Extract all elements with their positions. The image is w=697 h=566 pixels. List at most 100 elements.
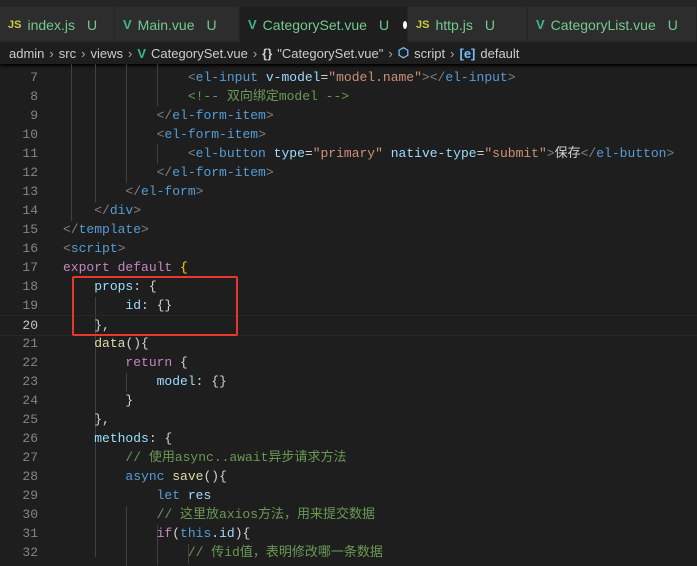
line-number: 28 xyxy=(22,469,38,484)
chevron-right-icon: › xyxy=(252,45,258,61)
chevron-right-icon: › xyxy=(127,45,133,61)
breadcrumb-item[interactable]: "CategorySet.vue" xyxy=(277,46,383,61)
code-token: </ xyxy=(63,222,79,237)
breadcrumb: admin › src › views › V CategorySet.vue ›{} "Cate… xyxy=(0,42,697,64)
breadcrumb-item[interactable]: admin xyxy=(9,46,44,61)
code-token: // 这里放axios方法，用来提交数据 xyxy=(156,507,376,522)
code-token: < xyxy=(187,146,196,161)
code-line: 23 model: {} xyxy=(0,372,697,391)
code-line: 26 methods: { xyxy=(0,429,697,448)
code-text: data(){ xyxy=(63,334,149,353)
code-text: methods: { xyxy=(63,429,172,448)
vue-file-icon: V xyxy=(123,17,132,32)
code-token: > xyxy=(507,70,516,85)
breadcrumb-item[interactable]: views xyxy=(90,46,123,61)
code-token: : {} xyxy=(195,374,227,389)
tab-index-js[interactable]: JS index.js U xyxy=(0,7,115,42)
code-token: > xyxy=(195,184,204,199)
code-token: return xyxy=(125,355,173,370)
code-token: el-form-item xyxy=(172,165,266,180)
unsaved-dot-icon[interactable] xyxy=(403,20,407,29)
code-token: if xyxy=(156,526,173,541)
code-line: 22 return { xyxy=(0,353,697,372)
code-text: <el-input v-model="model.name"></el-inpu… xyxy=(63,68,516,87)
tab-label: CategorySet.vue xyxy=(262,16,367,33)
code-line: 16 <script> xyxy=(0,239,697,258)
code-token: (){ xyxy=(125,336,149,351)
code-text: </el-form-item> xyxy=(63,163,274,182)
line-number: 14 xyxy=(22,203,38,218)
code-line: 13 </el-form> xyxy=(0,182,697,201)
line-number: 27 xyxy=(22,450,38,465)
line-number: 23 xyxy=(22,374,38,389)
line-number: 22 xyxy=(22,355,38,370)
code-text: <!-- 双向绑定model --> xyxy=(63,87,349,106)
breadcrumb-item[interactable]: src xyxy=(59,46,76,61)
code-line: 11 <el-button type="primary" native-type… xyxy=(0,144,697,163)
line-number: 18 xyxy=(22,279,38,294)
line-number: 31 xyxy=(22,526,38,541)
line-number: 12 xyxy=(22,165,38,180)
chevron-right-icon: › xyxy=(81,45,86,61)
code-token: default xyxy=(117,260,173,275)
line-number: 10 xyxy=(22,127,38,142)
line-number: 20 xyxy=(22,318,38,333)
tab-categoryset-vue[interactable]: V CategorySet.vue U xyxy=(240,7,408,42)
breadcrumb-item[interactable]: CategorySet.vue xyxy=(151,46,248,61)
line-number: 17 xyxy=(22,260,38,275)
code-token: native-type xyxy=(390,146,477,161)
line-number: 26 xyxy=(22,431,38,446)
code-token: </ xyxy=(580,146,597,161)
chevron-right-icon: › xyxy=(388,45,393,61)
code-line: 28 async save(){ xyxy=(0,467,697,486)
code-token: <!-- 双向绑定model --> xyxy=(187,89,350,104)
code-token: // 使用async..await异步请求方法 xyxy=(125,450,347,465)
code-line: 32 // 传id值，表明修改哪一条数据 xyxy=(0,543,697,562)
code-token: (){ xyxy=(203,469,227,484)
code-token: </ xyxy=(156,165,173,180)
code-text: </el-form-item> xyxy=(63,106,274,125)
code-token: "primary" xyxy=(312,146,383,161)
code-text: model: {} xyxy=(63,372,227,391)
code-line: 21 data(){ xyxy=(0,334,697,353)
code-token: : { xyxy=(148,431,173,446)
tab-http-js[interactable]: JS http.js U xyxy=(408,7,528,42)
line-number: 8 xyxy=(30,89,38,104)
tab-label: CategoryList.vue xyxy=(550,16,656,33)
code-token: > xyxy=(666,146,675,161)
code-text: <el-button type="primary" native-type="s… xyxy=(63,144,674,163)
git-status-badge: U xyxy=(378,16,390,33)
breadcrumb-item[interactable]: script xyxy=(414,46,445,61)
tab-label: http.js xyxy=(435,16,473,33)
code-token: el-button xyxy=(195,146,266,161)
line-number: 16 xyxy=(22,241,38,256)
code-token: </ xyxy=(94,203,110,218)
code-token: el-form-item xyxy=(172,108,266,123)
code-token: el-form-item xyxy=(164,127,259,142)
tab-main-vue[interactable]: V Main.vue U xyxy=(115,7,240,42)
line-number: 11 xyxy=(22,146,38,161)
code-text: </div> xyxy=(63,201,141,220)
line-number: 7 xyxy=(30,70,38,85)
chevron-right-icon: › xyxy=(49,45,54,61)
code-text: // 传id值，表明修改哪一条数据 xyxy=(63,543,383,562)
code-text: return { xyxy=(63,353,187,372)
code-token: . xyxy=(211,526,220,541)
breadcrumb-item[interactable]: default xyxy=(480,46,519,61)
code-text: </template> xyxy=(63,220,149,239)
code-text: export default { xyxy=(63,258,188,277)
vue-file-icon: V xyxy=(248,17,257,32)
line-number: 24 xyxy=(22,393,38,408)
tab-categorylist-vue[interactable]: V CategoryList.vue U xyxy=(528,7,697,42)
